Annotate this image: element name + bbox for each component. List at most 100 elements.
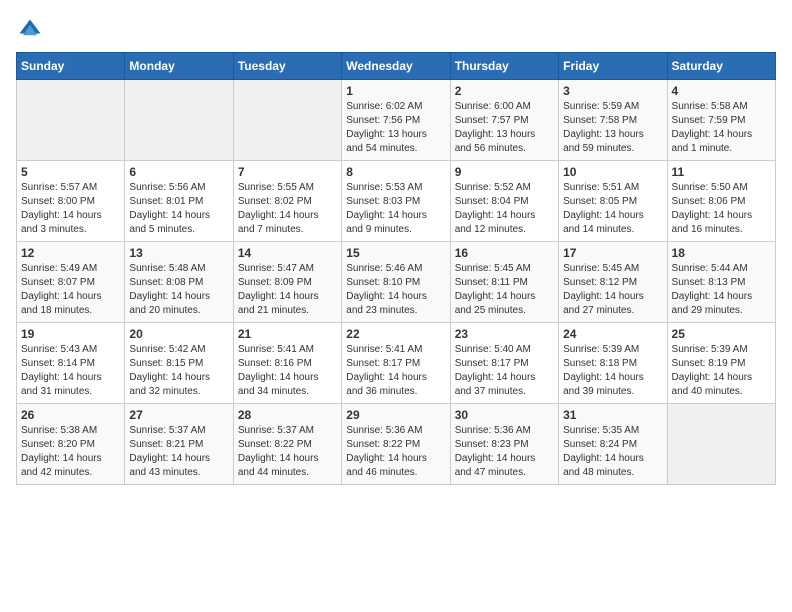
weekday-header-friday: Friday: [559, 53, 667, 80]
sunset-text: Sunset: 8:15 PM: [129, 357, 228, 371]
day-number: 14: [238, 246, 337, 260]
calendar-cell: 15Sunrise: 5:46 AMSunset: 8:10 PMDayligh…: [342, 242, 450, 323]
sunset-text: Sunset: 8:10 PM: [346, 276, 445, 290]
day-info: Sunrise: 5:35 AMSunset: 8:24 PMDaylight:…: [563, 424, 662, 480]
daylight-text: Daylight: 14 hours and 21 minutes.: [238, 290, 337, 318]
sunset-text: Sunset: 8:20 PM: [21, 438, 120, 452]
sunset-text: Sunset: 8:03 PM: [346, 195, 445, 209]
calendar-cell: 16Sunrise: 5:45 AMSunset: 8:11 PMDayligh…: [450, 242, 558, 323]
daylight-text: Daylight: 14 hours and 7 minutes.: [238, 209, 337, 237]
sunset-text: Sunset: 8:09 PM: [238, 276, 337, 290]
sunset-text: Sunset: 7:56 PM: [346, 114, 445, 128]
sunrise-text: Sunrise: 5:40 AM: [455, 343, 554, 357]
day-info: Sunrise: 5:59 AMSunset: 7:58 PMDaylight:…: [563, 100, 662, 156]
sunset-text: Sunset: 8:19 PM: [672, 357, 771, 371]
daylight-text: Daylight: 14 hours and 47 minutes.: [455, 452, 554, 480]
calendar-cell: 24Sunrise: 5:39 AMSunset: 8:18 PMDayligh…: [559, 323, 667, 404]
day-info: Sunrise: 5:36 AMSunset: 8:22 PMDaylight:…: [346, 424, 445, 480]
calendar-cell: 7Sunrise: 5:55 AMSunset: 8:02 PMDaylight…: [233, 161, 341, 242]
day-info: Sunrise: 5:57 AMSunset: 8:00 PMDaylight:…: [21, 181, 120, 237]
day-info: Sunrise: 5:51 AMSunset: 8:05 PMDaylight:…: [563, 181, 662, 237]
sunset-text: Sunset: 8:02 PM: [238, 195, 337, 209]
sunset-text: Sunset: 8:11 PM: [455, 276, 554, 290]
day-number: 6: [129, 165, 228, 179]
day-info: Sunrise: 5:43 AMSunset: 8:14 PMDaylight:…: [21, 343, 120, 399]
daylight-text: Daylight: 14 hours and 39 minutes.: [563, 371, 662, 399]
day-number: 11: [672, 165, 771, 179]
calendar-cell: 10Sunrise: 5:51 AMSunset: 8:05 PMDayligh…: [559, 161, 667, 242]
day-info: Sunrise: 5:58 AMSunset: 7:59 PMDaylight:…: [672, 100, 771, 156]
sunrise-text: Sunrise: 5:38 AM: [21, 424, 120, 438]
daylight-text: Daylight: 14 hours and 40 minutes.: [672, 371, 771, 399]
daylight-text: Daylight: 14 hours and 9 minutes.: [346, 209, 445, 237]
calendar-cell: 8Sunrise: 5:53 AMSunset: 8:03 PMDaylight…: [342, 161, 450, 242]
day-number: 17: [563, 246, 662, 260]
sunrise-text: Sunrise: 5:44 AM: [672, 262, 771, 276]
day-number: 26: [21, 408, 120, 422]
daylight-text: Daylight: 14 hours and 29 minutes.: [672, 290, 771, 318]
day-info: Sunrise: 5:49 AMSunset: 8:07 PMDaylight:…: [21, 262, 120, 318]
calendar-cell: 28Sunrise: 5:37 AMSunset: 8:22 PMDayligh…: [233, 404, 341, 485]
sunrise-text: Sunrise: 5:50 AM: [672, 181, 771, 195]
daylight-text: Daylight: 14 hours and 32 minutes.: [129, 371, 228, 399]
day-info: Sunrise: 5:41 AMSunset: 8:16 PMDaylight:…: [238, 343, 337, 399]
sunrise-text: Sunrise: 5:48 AM: [129, 262, 228, 276]
day-number: 23: [455, 327, 554, 341]
calendar-cell: 2Sunrise: 6:00 AMSunset: 7:57 PMDaylight…: [450, 80, 558, 161]
day-info: Sunrise: 5:41 AMSunset: 8:17 PMDaylight:…: [346, 343, 445, 399]
day-info: Sunrise: 5:39 AMSunset: 8:19 PMDaylight:…: [672, 343, 771, 399]
day-number: 30: [455, 408, 554, 422]
sunset-text: Sunset: 8:22 PM: [238, 438, 337, 452]
day-info: Sunrise: 5:46 AMSunset: 8:10 PMDaylight:…: [346, 262, 445, 318]
weekday-header-sunday: Sunday: [17, 53, 125, 80]
sunset-text: Sunset: 7:57 PM: [455, 114, 554, 128]
daylight-text: Daylight: 14 hours and 36 minutes.: [346, 371, 445, 399]
daylight-text: Daylight: 14 hours and 34 minutes.: [238, 371, 337, 399]
sunset-text: Sunset: 8:00 PM: [21, 195, 120, 209]
sunset-text: Sunset: 8:17 PM: [455, 357, 554, 371]
sunrise-text: Sunrise: 5:51 AM: [563, 181, 662, 195]
daylight-text: Daylight: 14 hours and 43 minutes.: [129, 452, 228, 480]
sunrise-text: Sunrise: 5:45 AM: [563, 262, 662, 276]
calendar-cell: 31Sunrise: 5:35 AMSunset: 8:24 PMDayligh…: [559, 404, 667, 485]
daylight-text: Daylight: 13 hours and 56 minutes.: [455, 128, 554, 156]
sunrise-text: Sunrise: 5:45 AM: [455, 262, 554, 276]
day-info: Sunrise: 5:52 AMSunset: 8:04 PMDaylight:…: [455, 181, 554, 237]
sunset-text: Sunset: 8:18 PM: [563, 357, 662, 371]
day-info: Sunrise: 5:48 AMSunset: 8:08 PMDaylight:…: [129, 262, 228, 318]
calendar-cell: 23 Sunrise: 5:40 AMSunset: 8:17 PMDayligh…: [450, 323, 558, 404]
sunrise-text: Sunrise: 5:49 AM: [21, 262, 120, 276]
sunset-text: Sunset: 7:59 PM: [672, 114, 771, 128]
day-info: Sunrise: 5:37 AMSunset: 8:22 PMDaylight:…: [238, 424, 337, 480]
sunset-text: Sunset: 7:58 PM: [563, 114, 662, 128]
calendar-cell: 4Sunrise: 5:58 AMSunset: 7:59 PMDaylight…: [667, 80, 775, 161]
calendar-cell: 14Sunrise: 5:47 AMSunset: 8:09 PMDayligh…: [233, 242, 341, 323]
daylight-text: Daylight: 14 hours and 3 minutes.: [21, 209, 120, 237]
day-number: 1: [346, 84, 445, 98]
calendar-cell: 21Sunrise: 5:41 AMSunset: 8:16 PMDayligh…: [233, 323, 341, 404]
calendar-cell: 19Sunrise: 5:43 AMSunset: 8:14 PMDayligh…: [17, 323, 125, 404]
day-info: Sunrise: 5:45 AMSunset: 8:12 PMDaylight:…: [563, 262, 662, 318]
day-info: Sunrise: 5:40 AMSunset: 8:17 PMDaylight:…: [455, 343, 554, 399]
weekday-header-row: SundayMondayTuesdayWednesdayThursdayFrid…: [17, 53, 776, 80]
daylight-text: Daylight: 14 hours and 20 minutes.: [129, 290, 228, 318]
day-number: 8: [346, 165, 445, 179]
sunset-text: Sunset: 8:12 PM: [563, 276, 662, 290]
day-info: Sunrise: 6:02 AMSunset: 7:56 PMDaylight:…: [346, 100, 445, 156]
calendar-cell: 20Sunrise: 5:42 AMSunset: 8:15 PMDayligh…: [125, 323, 233, 404]
sunrise-text: Sunrise: 5:35 AM: [563, 424, 662, 438]
day-info: Sunrise: 5:42 AMSunset: 8:15 PMDaylight:…: [129, 343, 228, 399]
calendar-cell: 1 Sunrise: 6:02 AMSunset: 7:56 PMDaylight…: [342, 80, 450, 161]
day-info: Sunrise: 5:45 AMSunset: 8:11 PMDaylight:…: [455, 262, 554, 318]
page-header: [16, 16, 776, 44]
weekday-header-monday: Monday: [125, 53, 233, 80]
sunset-text: Sunset: 8:23 PM: [455, 438, 554, 452]
sunset-text: Sunset: 8:17 PM: [346, 357, 445, 371]
calendar-cell: 30Sunrise: 5:36 AMSunset: 8:23 PMDayligh…: [450, 404, 558, 485]
sunrise-text: Sunrise: 5:46 AM: [346, 262, 445, 276]
calendar-cell: 6Sunrise: 5:56 AMSunset: 8:01 PMDaylight…: [125, 161, 233, 242]
calendar-week-row: 19Sunrise: 5:43 AMSunset: 8:14 PMDayligh…: [17, 323, 776, 404]
daylight-text: Daylight: 13 hours and 54 minutes.: [346, 128, 445, 156]
calendar-cell: 29Sunrise: 5:36 AMSunset: 8:22 PMDayligh…: [342, 404, 450, 485]
daylight-text: Daylight: 14 hours and 12 minutes.: [455, 209, 554, 237]
